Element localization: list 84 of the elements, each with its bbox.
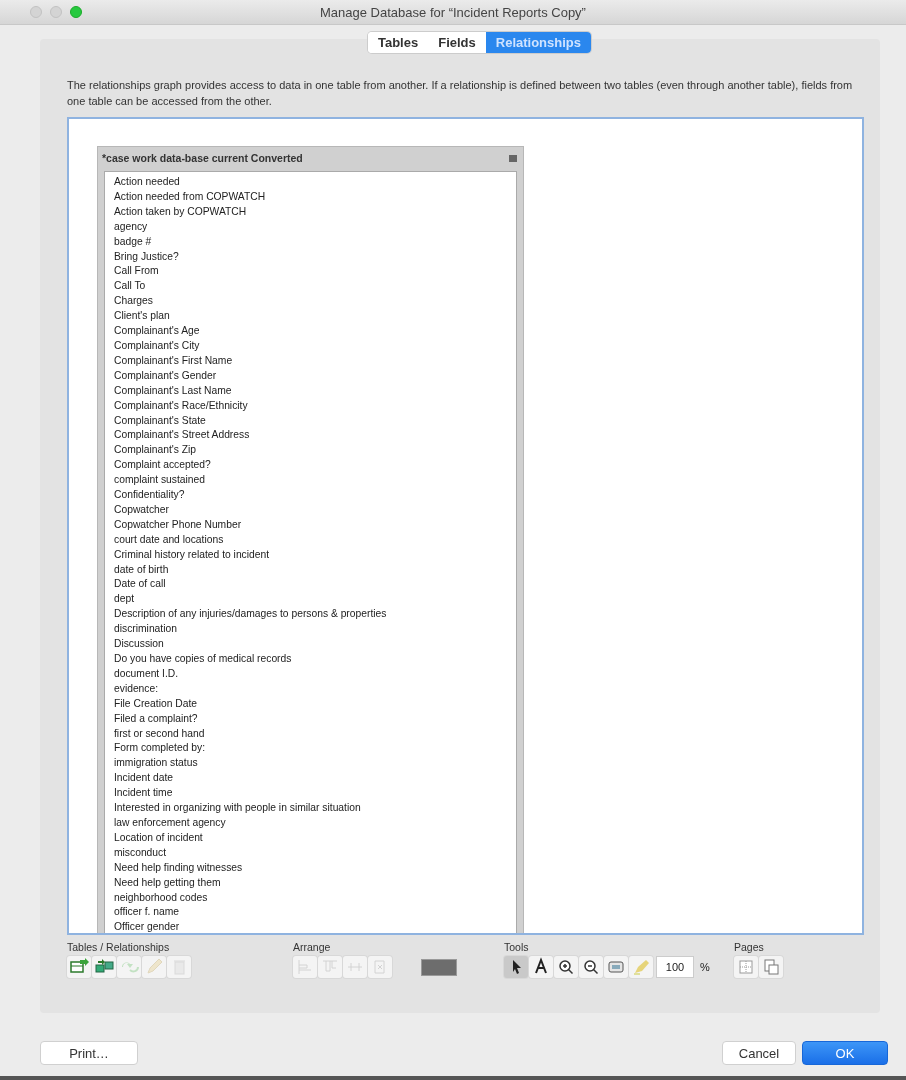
field-name: Complainant's Zip — [114, 443, 197, 458]
field-name: Form completed by: — [114, 741, 205, 756]
relationship-add-button[interactable] — [92, 956, 116, 978]
field-name: Officer gender — [114, 920, 180, 933]
field-name: Filed a complaint? — [114, 711, 198, 726]
field-name: law enforcement agency — [114, 815, 226, 830]
table-menu-icon[interactable] — [509, 154, 517, 162]
field-name: first or second hand — [114, 726, 205, 741]
field-name: agency — [114, 219, 148, 234]
field-name: Need help finding witnesses — [114, 860, 243, 875]
field-name: Action taken by COPWATCH — [114, 204, 247, 219]
window-title: Manage Database for “Incident Reports Copy” — [320, 4, 586, 20]
field-name: File Creation Date — [114, 696, 197, 711]
percent-label: % — [700, 961, 710, 973]
field-name: Interested in organizing with people in similar situation — [114, 801, 361, 816]
field-name: Date of call — [114, 577, 166, 592]
field-name: Call From — [114, 264, 159, 279]
field-name: Complainant's Race/Ethnicity — [114, 398, 248, 413]
field-name: badge # — [114, 234, 152, 249]
field-name: Complainant's Last Name — [114, 383, 232, 398]
field-name: discrimination — [114, 622, 177, 637]
page-grid-icon — [736, 957, 756, 977]
field-name: dept — [114, 592, 135, 607]
field-name: Complainant's First Name — [114, 353, 233, 368]
text-button[interactable] — [529, 956, 553, 978]
page-setup-button[interactable] — [759, 956, 783, 978]
field-name: Copwatcher Phone Number — [114, 517, 242, 532]
minimize-button[interactable] — [50, 6, 62, 18]
color-swatch[interactable] — [421, 958, 457, 976]
zoom-out-button[interactable] — [579, 956, 603, 978]
field-name: Client's plan — [114, 309, 170, 324]
page-grid-button[interactable] — [734, 956, 758, 978]
field-name: Call To — [114, 279, 146, 294]
dialog-button[interactable]: Print… — [40, 1041, 138, 1065]
ok-button[interactable]: OK — [802, 1041, 888, 1065]
field-name: Criminal history related to incident — [114, 547, 270, 562]
table-title: *case work data-base current Converted — [102, 152, 303, 164]
field-name: Location of incident — [114, 830, 203, 845]
zoom-button[interactable] — [70, 6, 82, 18]
field-name: complaint sustained — [114, 473, 205, 488]
field-name: Description of any injuries/damages to persons & properties — [114, 607, 387, 622]
highlighter-icon — [631, 957, 651, 977]
relationships-graph[interactable] — [67, 117, 864, 935]
field-name: document I.D. — [114, 666, 179, 681]
field-name: date of birth — [114, 562, 169, 577]
table-add-button[interactable] — [67, 956, 91, 978]
zoom-in-icon — [556, 957, 576, 977]
field-name: Discussion — [114, 637, 164, 652]
field-name: Complainant's City — [114, 338, 200, 353]
field-name: Bring Justice? — [114, 249, 179, 264]
page-setup-icon — [761, 957, 781, 977]
field-name: Complainant's Street Address — [114, 428, 250, 443]
field-name: Complainant's Gender — [114, 368, 217, 383]
toolbar-group-label: Pages — [734, 941, 764, 953]
field-name: Copwatcher — [114, 502, 169, 517]
field-name: Incident date — [114, 771, 173, 786]
dialog-button[interactable]: Cancel — [722, 1041, 796, 1065]
field-name: Charges — [114, 294, 153, 309]
close-button[interactable] — [30, 6, 42, 18]
field-name: Complainant's State — [114, 413, 206, 428]
pointer-button[interactable] — [504, 956, 528, 978]
field-name: officer f. name — [114, 905, 180, 920]
zoom-out-icon — [581, 957, 601, 977]
toolbar-group-label: Tables / Relationships — [67, 941, 170, 953]
field-name: Complaint accepted? — [114, 458, 211, 473]
description-text: The relationships graph provides access to data in one table from another. If a relationship is defined between two tables (even through another table), fields from one table can be accessed from the other. — [67, 78, 854, 109]
field-name: Need help getting them — [114, 875, 221, 890]
field-name: misconduct — [114, 845, 167, 860]
field-name: Action needed from COPWATCH — [114, 189, 266, 204]
field-name: immigration status — [114, 756, 198, 771]
field-name: neighborhood codes — [114, 890, 208, 905]
field-name: Do you have copies of medical records — [114, 652, 292, 666]
field-name: Action needed — [114, 175, 180, 189]
field-name: court date and locations — [114, 532, 224, 547]
toolbar-group-label: Arrange — [293, 941, 331, 953]
zoom-field[interactable]: 100 — [656, 956, 694, 978]
highlighter-button[interactable] — [629, 956, 653, 978]
field-name: Complainant's Age — [114, 324, 200, 339]
field-name: Incident time — [114, 786, 173, 801]
field-name: evidence: — [114, 681, 159, 696]
zoom-in-button[interactable] — [554, 956, 578, 978]
field-name: Confidentiality? — [114, 488, 185, 503]
pencil-icon — [144, 957, 164, 977]
toolbar-group-label: Tools — [504, 941, 529, 953]
